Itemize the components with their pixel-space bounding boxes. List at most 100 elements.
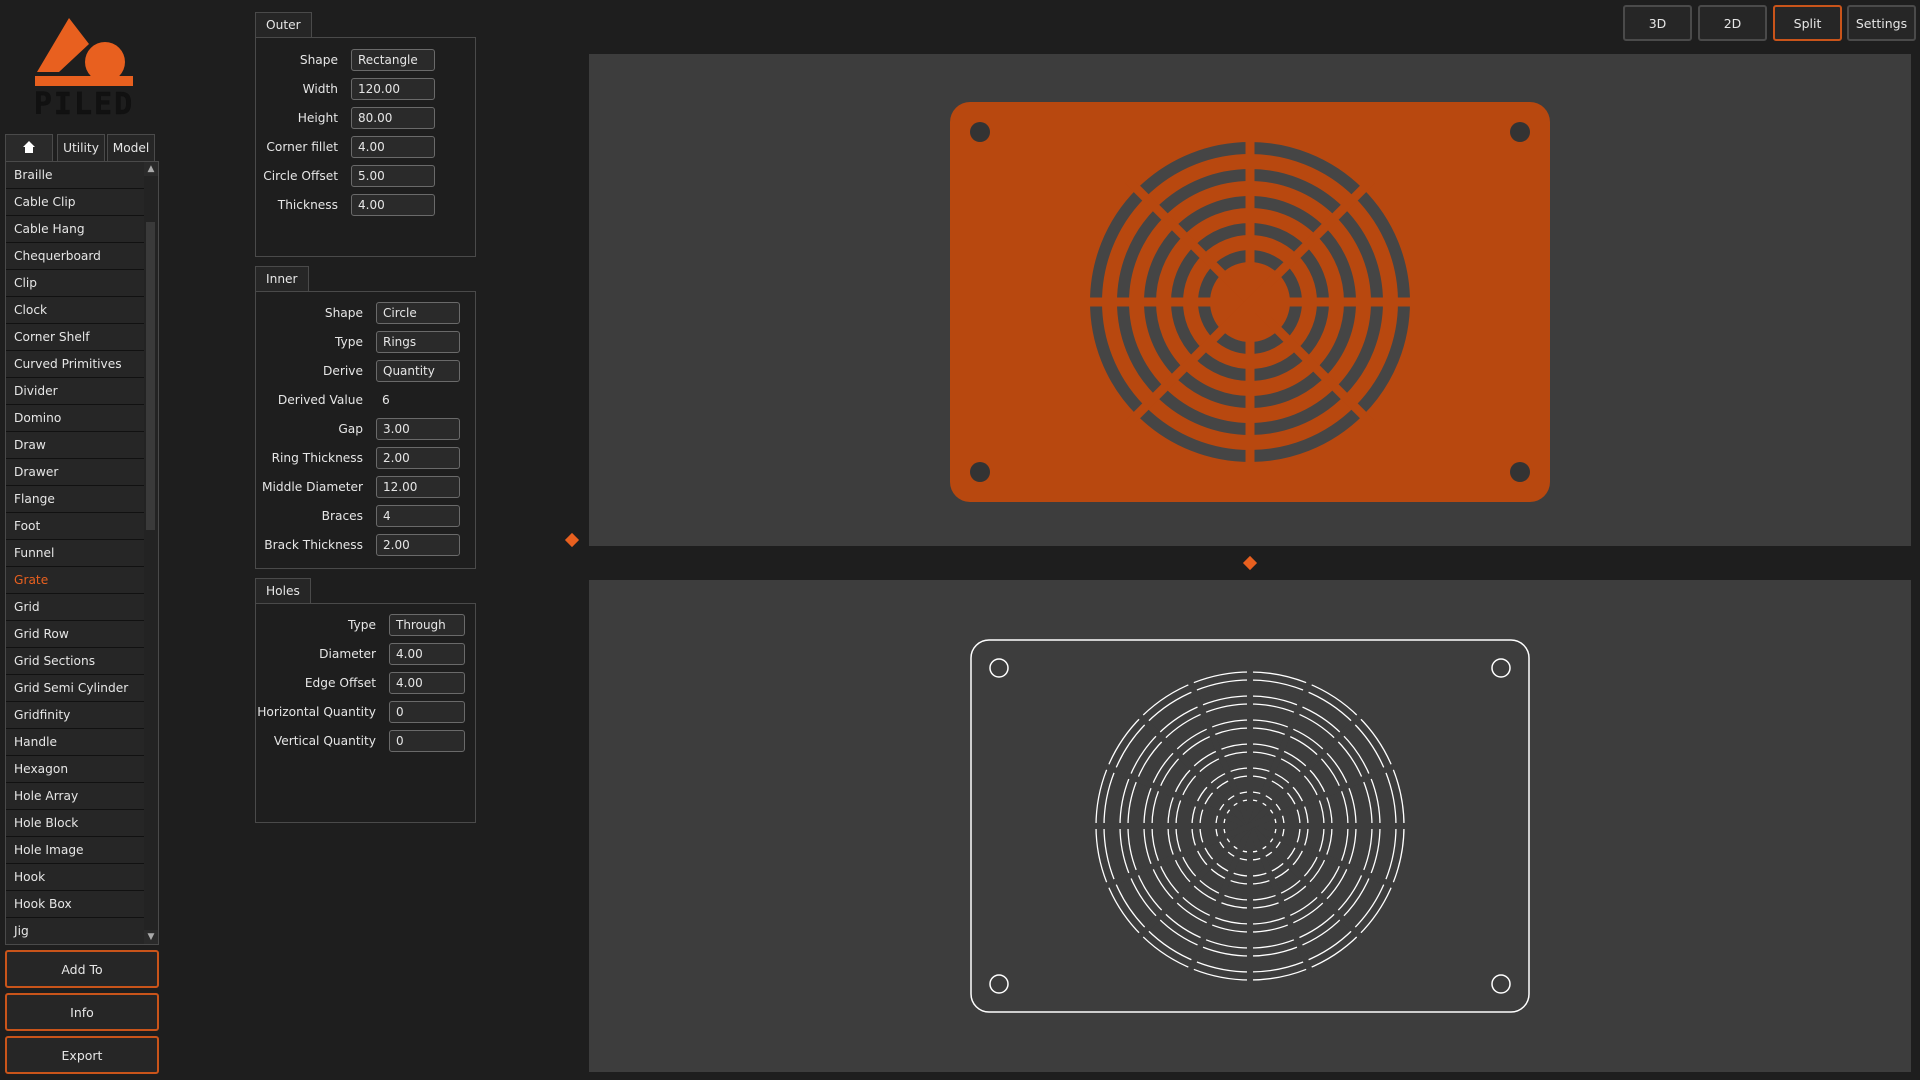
vertical-quantity-field[interactable]: 0: [389, 730, 465, 752]
grate-3d-preview: [950, 102, 1550, 502]
list-item[interactable]: Drawer: [6, 459, 144, 486]
diameter-field[interactable]: 4.00: [389, 643, 465, 665]
list-item[interactable]: Hook: [6, 864, 144, 891]
list-item[interactable]: Clip: [6, 270, 144, 297]
logo-text: PILED: [34, 87, 134, 120]
list-item[interactable]: Hook Box: [6, 891, 144, 918]
list-item[interactable]: Clock: [6, 297, 144, 324]
list-item[interactable]: Hole Image: [6, 837, 144, 864]
list-item[interactable]: Grate: [6, 567, 144, 594]
list-item[interactable]: Cable Hang: [6, 216, 144, 243]
circle-offset-label: Circle Offset: [263, 169, 338, 183]
diameter-label: Diameter: [319, 647, 376, 661]
list-item[interactable]: Jig: [6, 918, 144, 944]
list-item[interactable]: Hexagon: [6, 756, 144, 783]
holes-panel-tab[interactable]: Holes: [255, 578, 311, 603]
width-field[interactable]: 120.00: [351, 78, 435, 100]
braces-field[interactable]: 4: [376, 505, 460, 527]
outer-panel: Shape Rectangle Width 120.00 Height 80.00 Corn…: [255, 37, 476, 257]
info-button[interactable]: Info: [5, 993, 159, 1031]
list-item[interactable]: Grid Sections: [6, 648, 144, 675]
list-item[interactable]: Grid: [6, 594, 144, 621]
horizontal-quantity-field[interactable]: 0: [389, 701, 465, 723]
mount-hole-outline: [989, 974, 1009, 994]
middle-diameter-field[interactable]: 12.00: [376, 476, 460, 498]
type-label: Type: [348, 618, 376, 632]
tab-utility[interactable]: Utility: [57, 134, 105, 161]
thickness-label: Thickness: [277, 198, 338, 212]
mount-hole-outline: [989, 658, 1009, 678]
holes-panel: Type Through Diameter 4.00 Edge Offset 4.00 Ho…: [255, 603, 476, 823]
view-split-button[interactable]: Split: [1773, 5, 1842, 41]
list-item[interactable]: Hole Block: [6, 810, 144, 837]
type-field[interactable]: Rings: [376, 331, 460, 353]
thickness-field[interactable]: 4.00: [351, 194, 435, 216]
model-list[interactable]: Braille Cable Clip Cable Hang Chequerboard C…: [5, 161, 159, 945]
gap-label: Gap: [338, 422, 363, 436]
tab-model[interactable]: Model: [107, 134, 155, 161]
mount-hole: [970, 462, 990, 482]
shape-label: Shape: [324, 306, 363, 320]
list-item[interactable]: Draw: [6, 432, 144, 459]
shape-label: Shape: [299, 53, 338, 67]
ring-thickness-field[interactable]: 2.00: [376, 447, 460, 469]
horizontal-resize-handle[interactable]: [564, 532, 580, 548]
home-icon: [22, 140, 36, 157]
mount-hole: [970, 122, 990, 142]
outer-panel-tab[interactable]: Outer: [255, 12, 312, 37]
brack-thickness-field[interactable]: 2.00: [376, 534, 460, 556]
tab-home[interactable]: [5, 134, 53, 161]
vertical-resize-handle[interactable]: [1242, 555, 1258, 571]
settings-button[interactable]: Settings: [1847, 5, 1916, 41]
list-item[interactable]: Foot: [6, 513, 144, 540]
list-item[interactable]: Handle: [6, 729, 144, 756]
scroll-thumb[interactable]: [146, 222, 155, 530]
list-item[interactable]: Divider: [6, 378, 144, 405]
export-button[interactable]: Export: [5, 1036, 159, 1074]
ring-thickness-label: Ring Thickness: [271, 451, 363, 465]
corner-fillet-field[interactable]: 4.00: [351, 136, 435, 158]
list-item[interactable]: Gridfinity: [6, 702, 144, 729]
list-item[interactable]: Grid Row: [6, 621, 144, 648]
list-item[interactable]: Chequerboard: [6, 243, 144, 270]
view-3d-button[interactable]: 3D: [1623, 5, 1692, 41]
type-field[interactable]: Through: [389, 614, 465, 636]
inner-panel: Shape Circle Type Rings Derive Quantity Derive…: [255, 291, 476, 569]
derive-label: Derive: [323, 364, 363, 378]
corner-fillet-label: Corner fillet: [266, 140, 338, 154]
list-item[interactable]: Grid Semi Cylinder: [6, 675, 144, 702]
height-label: Height: [297, 111, 338, 125]
list-item[interactable]: Curved Primitives: [6, 351, 144, 378]
shape-field[interactable]: Circle: [376, 302, 460, 324]
list-item[interactable]: Flange: [6, 486, 144, 513]
list-item[interactable]: Cable Clip: [6, 189, 144, 216]
app-logo: PILED: [33, 14, 135, 122]
scroll-up-icon[interactable]: ▲: [144, 162, 158, 176]
inner-panel-tab[interactable]: Inner: [255, 266, 309, 291]
gap-field[interactable]: 3.00: [376, 418, 460, 440]
vertical-quantity-label: Vertical Quantity: [273, 734, 376, 748]
horizontal-quantity-label: Horizontal Quantity: [257, 705, 376, 719]
brack-thickness-label: Brack Thickness: [264, 538, 363, 552]
viewport-3d[interactable]: [589, 54, 1911, 546]
derive-field[interactable]: Quantity: [376, 360, 460, 382]
shape-field[interactable]: Rectangle: [351, 49, 435, 71]
circle-offset-field[interactable]: 5.00: [351, 165, 435, 187]
viewport-2d[interactable]: [589, 580, 1911, 1072]
edge-offset-label: Edge Offset: [304, 676, 376, 690]
list-item[interactable]: Funnel: [6, 540, 144, 567]
list-item[interactable]: Hole Array: [6, 783, 144, 810]
add-to-button[interactable]: Add To: [5, 950, 159, 988]
scroll-down-icon[interactable]: ▼: [144, 930, 158, 944]
list-item[interactable]: Domino: [6, 405, 144, 432]
list-item[interactable]: Corner Shelf: [6, 324, 144, 351]
middle-diameter-label: Middle Diameter: [261, 480, 363, 494]
mount-hole-outline: [1491, 658, 1511, 678]
list-scrollbar[interactable]: ▲ ▼: [144, 162, 158, 944]
edge-offset-field[interactable]: 4.00: [389, 672, 465, 694]
grate-2d-outline: [970, 639, 1530, 1013]
height-field[interactable]: 80.00: [351, 107, 435, 129]
view-2d-button[interactable]: 2D: [1698, 5, 1767, 41]
list-item[interactable]: Braille: [6, 162, 144, 189]
width-label: Width: [302, 82, 338, 96]
